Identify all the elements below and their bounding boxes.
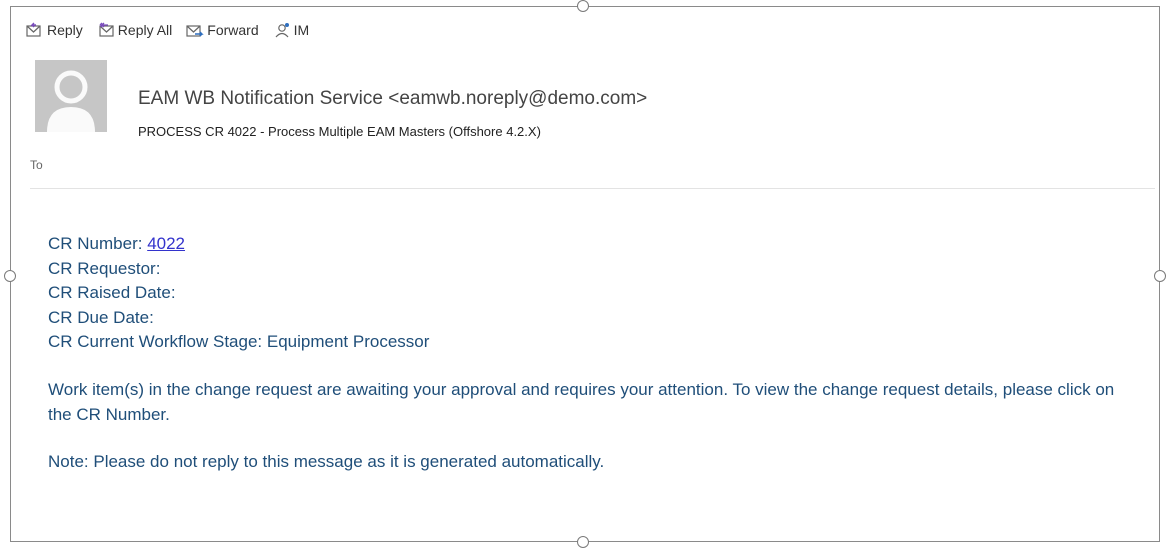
forward-label: Forward	[207, 22, 259, 38]
resize-handle-right[interactable]	[1154, 270, 1166, 282]
cr-raised-date: CR Raised Date:	[48, 283, 176, 303]
resize-handle-top[interactable]	[577, 0, 589, 12]
person-icon	[35, 60, 107, 132]
reply-icon	[26, 22, 41, 37]
email-subject: PROCESS CR 4022 - Process Multiple EAM M…	[138, 124, 541, 139]
im-icon	[275, 23, 289, 38]
sender-avatar	[35, 60, 107, 132]
approval-paragraph: Work item(s) in the change request are a…	[48, 379, 1115, 424]
resize-handle-left[interactable]	[4, 270, 16, 282]
forward-button[interactable]: Forward	[186, 22, 259, 38]
reply-button[interactable]: Reply	[26, 22, 83, 38]
im-label: IM	[293, 22, 310, 38]
forward-icon	[186, 25, 204, 37]
auto-note: Note: Please do not reply to this messag…	[48, 452, 605, 472]
resize-handle-bottom[interactable]	[577, 536, 589, 548]
header-divider	[30, 188, 1155, 189]
reply-all-button[interactable]: Reply All	[97, 22, 172, 38]
cr-number-line: CR Number: 4022	[48, 232, 1128, 257]
email-body: CR Number: 4022 CR Requestor: CR Raised …	[48, 232, 1128, 475]
cr-due-date: CR Due Date:	[48, 307, 154, 327]
cr-number-label: CR Number:	[48, 234, 148, 253]
cr-requestor: CR Requestor:	[48, 258, 161, 278]
cr-workflow-stage: CR Current Workflow Stage: Equipment Pro…	[48, 332, 430, 352]
cr-number-link[interactable]: 4022	[147, 234, 185, 253]
reply-label: Reply	[47, 22, 83, 38]
reply-all-label: Reply All	[117, 22, 173, 38]
message-toolbar: Reply Reply All Forward IM	[26, 22, 309, 38]
reply-all-icon	[99, 22, 114, 37]
to-label: To	[30, 158, 43, 172]
im-button[interactable]: IM	[273, 22, 310, 38]
sender-name: EAM WB Notification Service <eamwb.norep…	[138, 88, 648, 109]
